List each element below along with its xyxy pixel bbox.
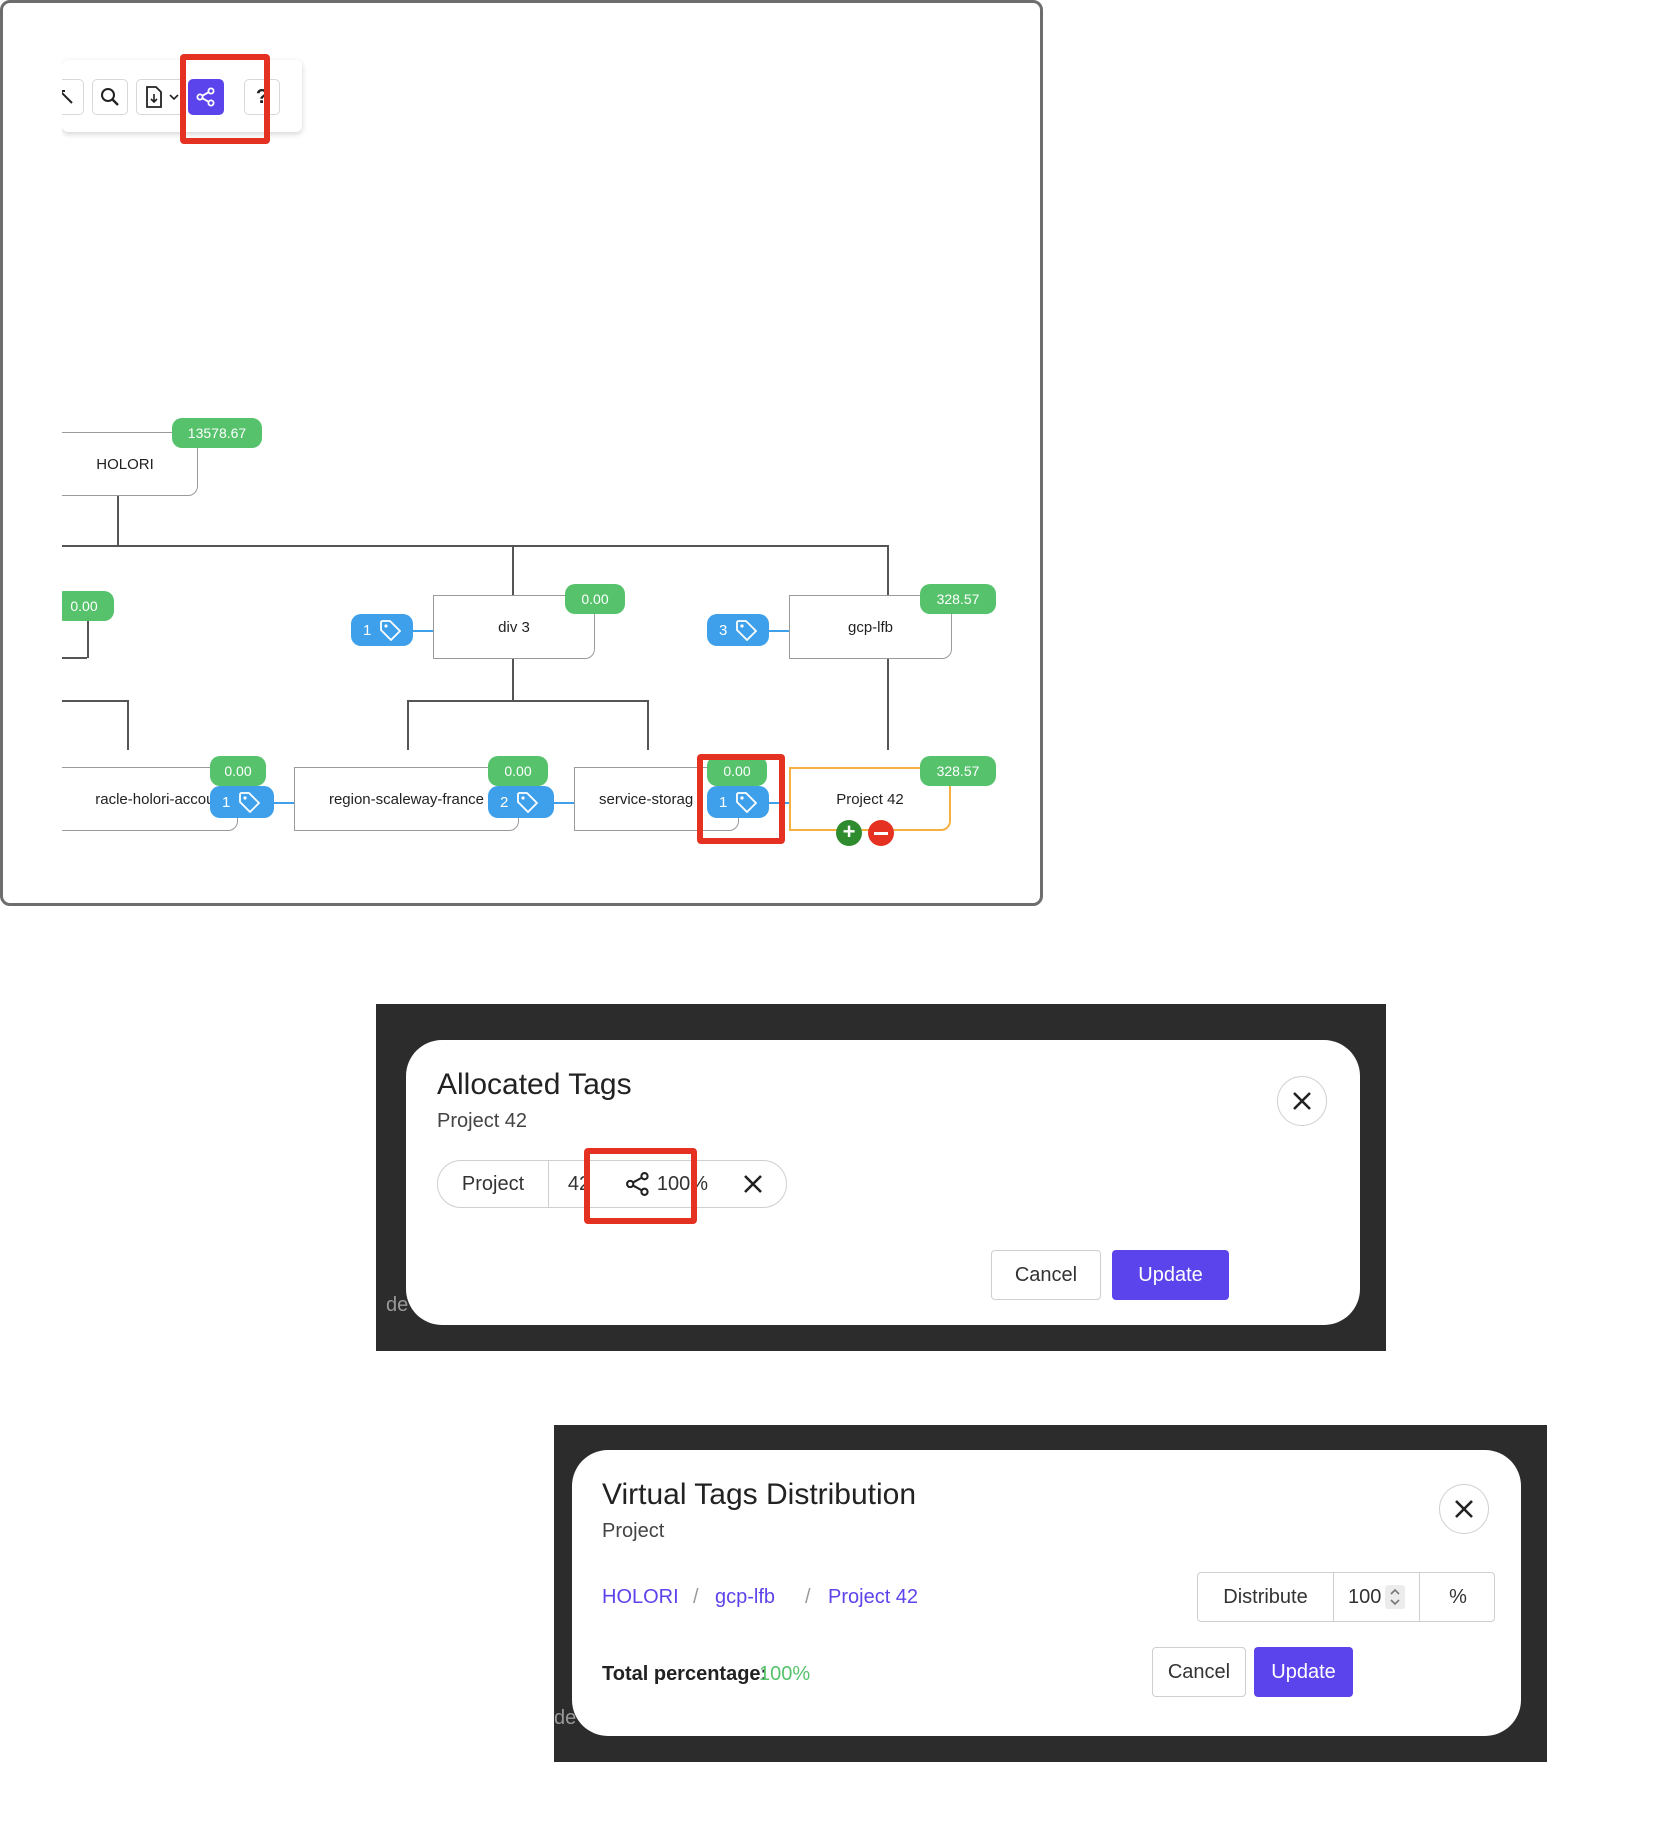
remove-node-icon[interactable] [868,820,894,846]
breadcrumb-separator: / [805,1586,811,1608]
background-text: de [386,1294,409,1316]
export-file-button[interactable] [136,79,186,115]
breadcrumb-gcp-lfb[interactable]: gcp-lfb [715,1586,775,1609]
allocated-tags-modal: Allocated Tags Project 42 Project 42 100… [406,1040,1360,1325]
tag-count-badge[interactable]: 1 [351,614,413,646]
node-label: div 3 [498,618,530,636]
chevron-down-icon [169,94,179,101]
tag-count: 1 [222,793,231,811]
node-value-badge: 0.00 [62,591,114,621]
close-icon[interactable] [1439,1484,1489,1534]
node-label: gcp-lfb [847,618,894,636]
tag-count-badge[interactable]: 2 [488,786,554,818]
modal-subtitle: Project [602,1520,665,1542]
allocated-tags-overlay: de Allocated Tags Project 42 Project 42 … [376,1004,1386,1351]
distribution-overlay: de Virtual Tags Distribution Project HOL… [554,1425,1547,1762]
tag-icon [239,792,261,813]
search-icon[interactable] [92,79,128,115]
node-label: region-scaleway-france [328,790,485,808]
node-label: HOLORI [96,455,154,473]
modal-title: Virtual Tags Distribution [602,1478,917,1511]
remove-tag-icon[interactable] [728,1161,778,1207]
highlight-percent [584,1148,697,1224]
tree-canvas-panel: ? HOLORI 13578.67 0.00 1 div 3 0.00 3 gc… [0,0,1043,906]
tag-icon [517,792,539,813]
close-icon[interactable] [1277,1076,1327,1126]
node-value-badge: 328.57 [920,584,996,614]
distribute-percent-input[interactable]: 100 [1334,1573,1420,1621]
distribute-label: Distribute [1198,1573,1334,1621]
node-label: Project 42 [836,790,904,808]
modal-title: Allocated Tags [437,1068,632,1101]
tag-count: 1 [363,621,372,639]
breadcrumb-project-42[interactable]: Project 42 [828,1586,918,1609]
cancel-button[interactable]: Cancel [991,1250,1101,1300]
distribute-value: 100 [1348,1585,1382,1608]
update-button[interactable]: Update [1254,1647,1353,1697]
tag-count: 2 [500,793,509,811]
total-percentage-label: Total percentage: [602,1663,768,1685]
tag-icon [736,620,758,641]
stepper-icon[interactable] [1385,1585,1405,1609]
breadcrumb-holori[interactable]: HOLORI [602,1586,679,1609]
update-button[interactable]: Update [1112,1250,1229,1300]
highlight-share-button [180,54,270,144]
tree-node-region-scaleway[interactable]: region-scaleway-france [294,767,519,831]
node-label: racle-holori-account [95,790,227,808]
distribute-input-group: Distribute 100 % [1197,1572,1495,1622]
tag-count-badge[interactable]: 3 [707,614,769,646]
node-value-badge: 328.57 [920,756,996,786]
total-percentage-value: 100% [759,1663,811,1685]
cancel-button[interactable]: Cancel [1152,1647,1246,1697]
modal-subtitle: Project 42 [437,1110,528,1132]
breadcrumb-separator: / [693,1586,699,1608]
tag-count: 3 [719,621,728,639]
expand-icon[interactable] [62,79,84,115]
distribution-modal: Virtual Tags Distribution Project HOLORI… [572,1450,1521,1736]
add-node-icon[interactable]: + [836,820,862,846]
node-value-badge: 0.00 [488,756,548,786]
tag-key: Project [438,1161,549,1207]
node-value-badge: 0.00 [210,756,266,786]
unit-label: % [1449,1585,1467,1608]
node-value-badge: 0.00 [565,584,625,614]
highlight-tag-badge [697,754,785,844]
export-file-icon [146,86,162,108]
tag-count-badge[interactable]: 1 [210,786,274,818]
node-label: service-storag [599,790,694,808]
tag-icon [380,620,402,641]
node-value-badge: 13578.67 [172,418,262,448]
